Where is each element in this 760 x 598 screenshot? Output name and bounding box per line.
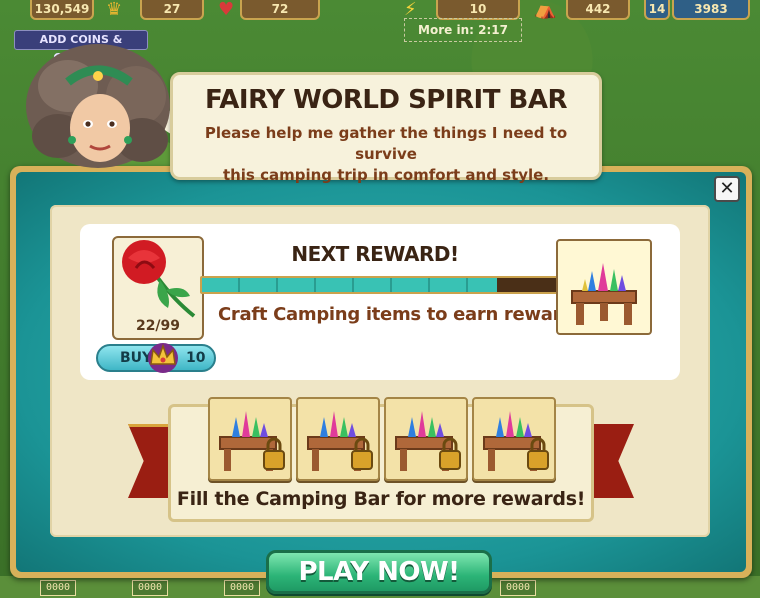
- description-line-2: this camping trip in comfort and style.: [222, 166, 550, 184]
- rose-icon: [122, 240, 196, 318]
- spirit-progress-fill: [202, 278, 498, 292]
- play-now-button[interactable]: PLAY NOW!: [266, 550, 492, 594]
- heart-icon: ♥: [218, 0, 235, 20]
- coins-counter: 130,549: [30, 0, 94, 20]
- energy-value: 10: [469, 2, 487, 16]
- crystal-table-icon: [307, 411, 373, 471]
- xp-counter: 3983: [672, 0, 750, 20]
- event-title: FAIRY WORLD SPIRIT BAR: [205, 85, 567, 115]
- crystal-table-icon: [483, 411, 549, 471]
- ground-cell: 0000: [132, 580, 168, 596]
- fairy-character-avatar: [26, 44, 170, 168]
- crystal-table-icon: [395, 411, 461, 471]
- crowns-counter: 27: [140, 0, 204, 20]
- close-button[interactable]: ✕: [714, 176, 740, 202]
- close-icon: ✕: [719, 178, 735, 199]
- next-reward-preview: [556, 239, 652, 335]
- crowns-value: 27: [163, 2, 181, 16]
- level-badge: 14: [644, 0, 670, 20]
- lock-icon: [263, 450, 285, 470]
- xp-value: 3983: [694, 2, 728, 16]
- buy-price: 10: [186, 350, 206, 366]
- supplies-counter: 442: [566, 0, 630, 20]
- crown-icon: [148, 343, 178, 373]
- locked-reward-4: [472, 397, 556, 481]
- lock-icon: [439, 450, 461, 470]
- supplies-value: 442: [585, 2, 611, 16]
- speech-bubble: FAIRY WORLD SPIRIT BAR Please help me ga…: [170, 72, 602, 184]
- ground-cell: 0000: [500, 580, 536, 596]
- crystal-table-icon: [571, 263, 637, 325]
- hearts-value: 72: [271, 2, 289, 16]
- hearts-counter: 72: [240, 0, 320, 20]
- crystal-table-icon: [219, 411, 285, 471]
- ground-cell: 0000: [40, 580, 76, 596]
- collected-item-box: 22/99: [112, 236, 204, 340]
- locked-reward-3: [384, 397, 468, 481]
- energy-counter: 10: [436, 0, 520, 20]
- locked-reward-1: [208, 397, 292, 481]
- lock-icon: [351, 450, 373, 470]
- banner-text: Fill the Camping Bar for more rewards!: [176, 488, 586, 510]
- coins-value: 130,549: [34, 2, 90, 16]
- buy-button[interactable]: BUY 10: [96, 343, 216, 373]
- tent-icon: ⛺: [534, 0, 557, 20]
- energy-timer: More in: 2:17: [404, 18, 522, 42]
- description-line-1: Please help me gather the things I need …: [204, 124, 568, 163]
- ground-cell: 0000: [224, 580, 260, 596]
- crown-icon: ♛: [106, 0, 123, 20]
- next-reward-title: NEXT REWARD!: [291, 242, 459, 266]
- locked-reward-2: [296, 397, 380, 481]
- event-description: Please help me gather the things I need …: [193, 123, 579, 186]
- level-value: 14: [648, 2, 666, 16]
- spirit-progress-bar: [200, 276, 560, 294]
- lock-icon: [527, 450, 549, 470]
- energy-icon: ⚡: [404, 0, 417, 20]
- craft-instruction: Craft Camping items to earn rewards.: [218, 304, 591, 325]
- item-count: 22/99: [135, 318, 181, 334]
